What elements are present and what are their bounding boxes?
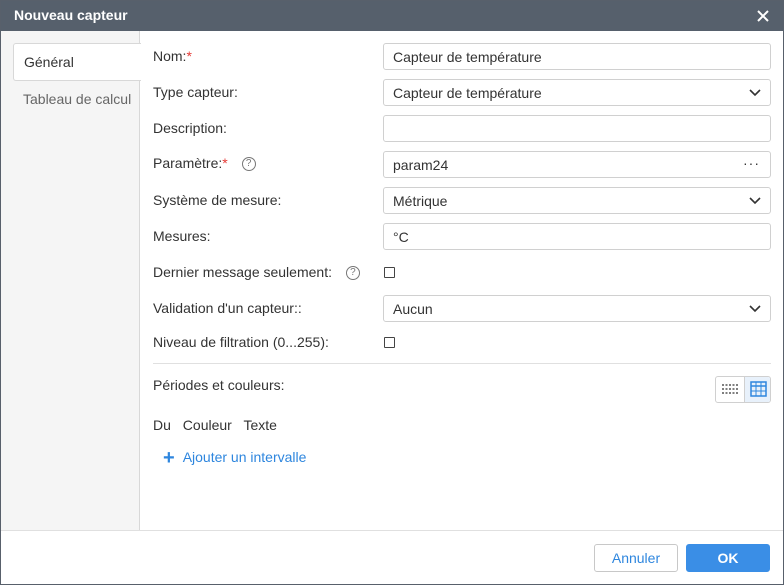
units-label: Mesures: [153,228,211,244]
units-input[interactable]: °C [383,223,771,250]
chevron-down-icon [749,89,761,97]
last-message-checkbox[interactable] [384,267,395,278]
filtration-checkbox[interactable] [384,337,395,348]
sensor-type-select[interactable]: Capteur de température [383,79,771,106]
parameter-label: Paramètre:* ? [153,155,256,172]
measure-system-label: Système de mesure: [153,192,282,208]
help-icon[interactable]: ? [345,266,360,281]
table-view-button[interactable] [744,377,770,402]
more-icon[interactable]: ··· [743,155,760,171]
column-color: Couleur [182,417,232,433]
gradient-icon [722,384,738,394]
sensor-type-value: Capteur de température [393,85,542,101]
sidebar-tabs: Général Tableau de calcul [1,31,141,530]
required-marker: * [186,48,192,64]
general-panel: Nom:* Capteur de température Type capteu… [141,31,783,530]
last-message-label: Dernier message seulement: ? [153,264,360,281]
table-icon [750,381,767,397]
new-sensor-dialog: Nouveau capteur Général Tableau de calcu… [0,0,784,585]
dialog-titlebar: Nouveau capteur [1,1,783,31]
sensor-type-label: Type capteur: [153,84,238,100]
name-label: Nom:* [153,48,192,64]
close-icon[interactable] [753,6,773,26]
periods-label: Périodes et couleurs: [153,377,285,393]
gradient-view-button[interactable] [716,377,744,402]
measure-system-value: Métrique [393,193,448,209]
chevron-down-icon [749,197,761,205]
ok-button[interactable]: OK [686,544,770,572]
name-input[interactable]: Capteur de température [383,43,771,70]
validation-label: Validation d'un capteur:: [153,300,302,316]
description-input[interactable] [383,115,771,142]
column-text: Texte [243,417,277,433]
required-marker: * [222,155,228,171]
parameter-value: param24 [393,157,449,173]
chevron-down-icon [749,305,761,313]
add-interval-button[interactable]: + Ajouter un intervalle [163,447,306,470]
tab-general[interactable]: Général [13,43,141,81]
add-interval-label: Ajouter un intervalle [182,449,307,465]
view-toggle [715,376,771,403]
column-from: Du [153,417,171,433]
dialog-title: Nouveau capteur [14,7,128,23]
measure-system-select[interactable]: Métrique [383,187,771,214]
validation-value: Aucun [393,301,433,317]
tab-calculation-table[interactable]: Tableau de calcul [13,81,141,119]
validation-select[interactable]: Aucun [383,295,771,322]
description-label: Description: [153,120,227,136]
dialog-footer: Annuler OK [1,530,783,584]
divider [153,363,771,364]
filtration-label: Niveau de filtration (0...255): [153,334,329,350]
periods-table-header: Du Couleur Texte [153,417,285,433]
help-icon[interactable]: ? [241,157,256,172]
parameter-input[interactable]: param24 ··· [383,151,771,178]
cancel-button[interactable]: Annuler [594,544,678,572]
plus-icon: + [163,447,175,469]
